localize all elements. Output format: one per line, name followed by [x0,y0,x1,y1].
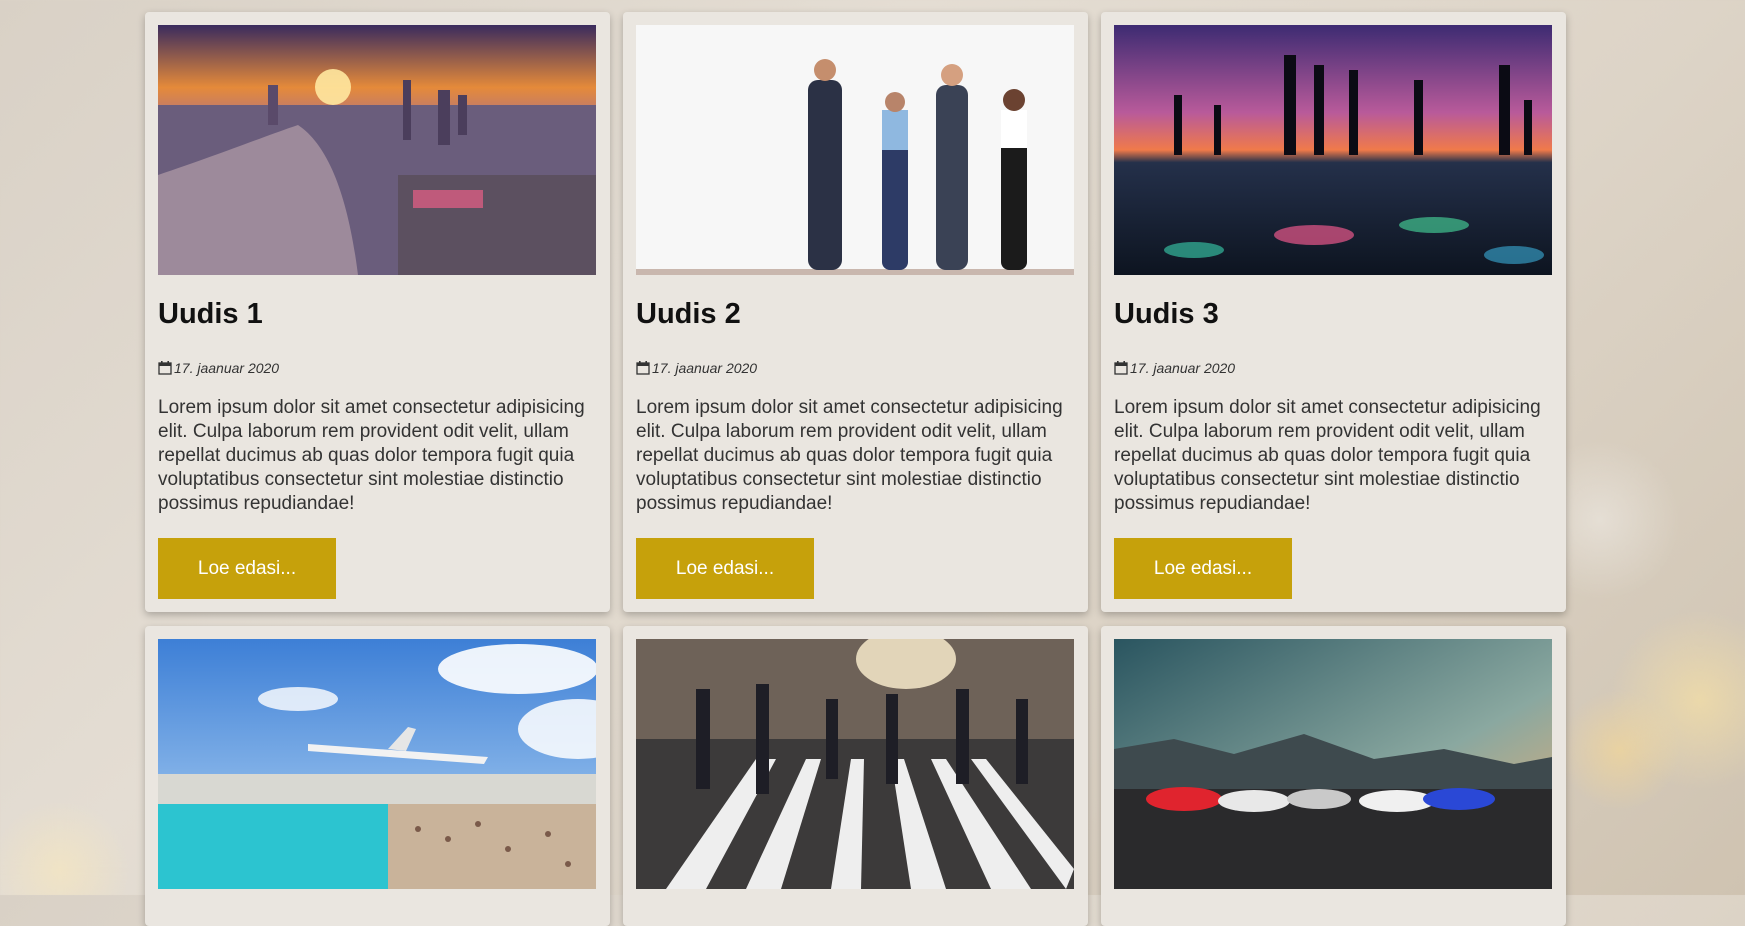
crosswalk-crowd-image [636,639,1074,889]
news-card-2: Uudis 2 17. jaanuar 2020 Lorem ipsum dol… [623,12,1088,612]
card-excerpt: Lorem ipsum dolor sit amet consectetur a… [1114,397,1541,514]
news-card-4 [145,626,610,926]
sports-cars-image [1114,639,1552,889]
card-date-text: 17. jaanuar 2020 [174,360,280,376]
card-title: Uudis 1 [158,298,263,330]
read-more-button[interactable]: Loe edasi... [1114,538,1292,599]
business-team-image [636,25,1074,275]
card-excerpt: Lorem ipsum dolor sit amet consectetur a… [158,397,585,514]
calendar-icon [158,361,172,375]
news-card-6 [1101,626,1566,926]
read-more-button[interactable]: Loe edasi... [158,538,336,599]
city-skyline-image [158,25,596,275]
card-date-text: 17. jaanuar 2020 [1130,360,1236,376]
news-card-5 [623,626,1088,926]
sunset-silhouettes-image [1114,25,1552,275]
news-card-1: Uudis 1 17. jaanuar 2020 Lorem ipsum dol… [145,12,610,612]
beach-airplane-image [158,639,596,889]
card-date: 17. jaanuar 2020 [158,360,279,376]
calendar-icon [1114,361,1128,375]
card-date-text: 17. jaanuar 2020 [652,360,758,376]
card-excerpt: Lorem ipsum dolor sit amet consectetur a… [636,397,1063,514]
news-card-3: Uudis 3 17. jaanuar 2020 Lorem ipsum dol… [1101,12,1566,612]
card-date: 17. jaanuar 2020 [636,360,757,376]
calendar-icon [636,361,650,375]
read-more-button[interactable]: Loe edasi... [636,538,814,599]
card-title: Uudis 2 [636,298,741,330]
card-date: 17. jaanuar 2020 [1114,360,1235,376]
card-title: Uudis 3 [1114,298,1219,330]
